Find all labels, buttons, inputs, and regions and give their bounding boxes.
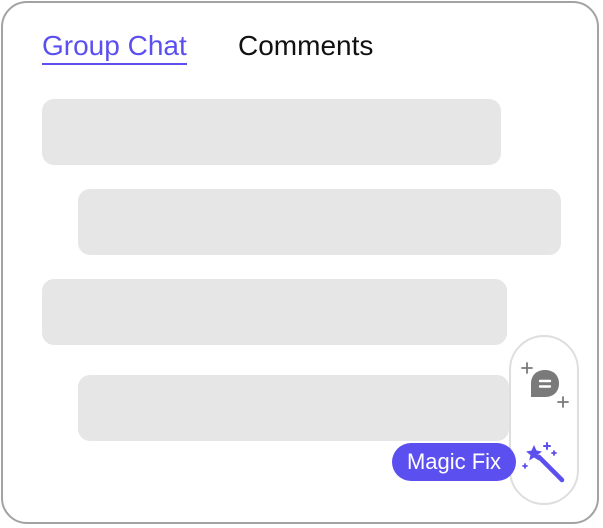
message-placeholder xyxy=(42,99,501,165)
tab-comments[interactable]: Comments xyxy=(238,29,373,63)
magic-fix-tooltip: Magic Fix xyxy=(392,443,516,481)
message-placeholder xyxy=(78,375,509,441)
ai-chat-button[interactable] xyxy=(517,357,573,413)
magic-fix-button[interactable] xyxy=(517,435,573,491)
message-placeholder xyxy=(78,189,561,255)
tab-group-chat[interactable]: Group Chat xyxy=(42,29,187,65)
chat-sparkle-icon xyxy=(521,362,569,408)
message-placeholder xyxy=(42,279,507,345)
magic-wand-icon xyxy=(522,442,565,483)
floating-toolbar xyxy=(509,335,579,505)
